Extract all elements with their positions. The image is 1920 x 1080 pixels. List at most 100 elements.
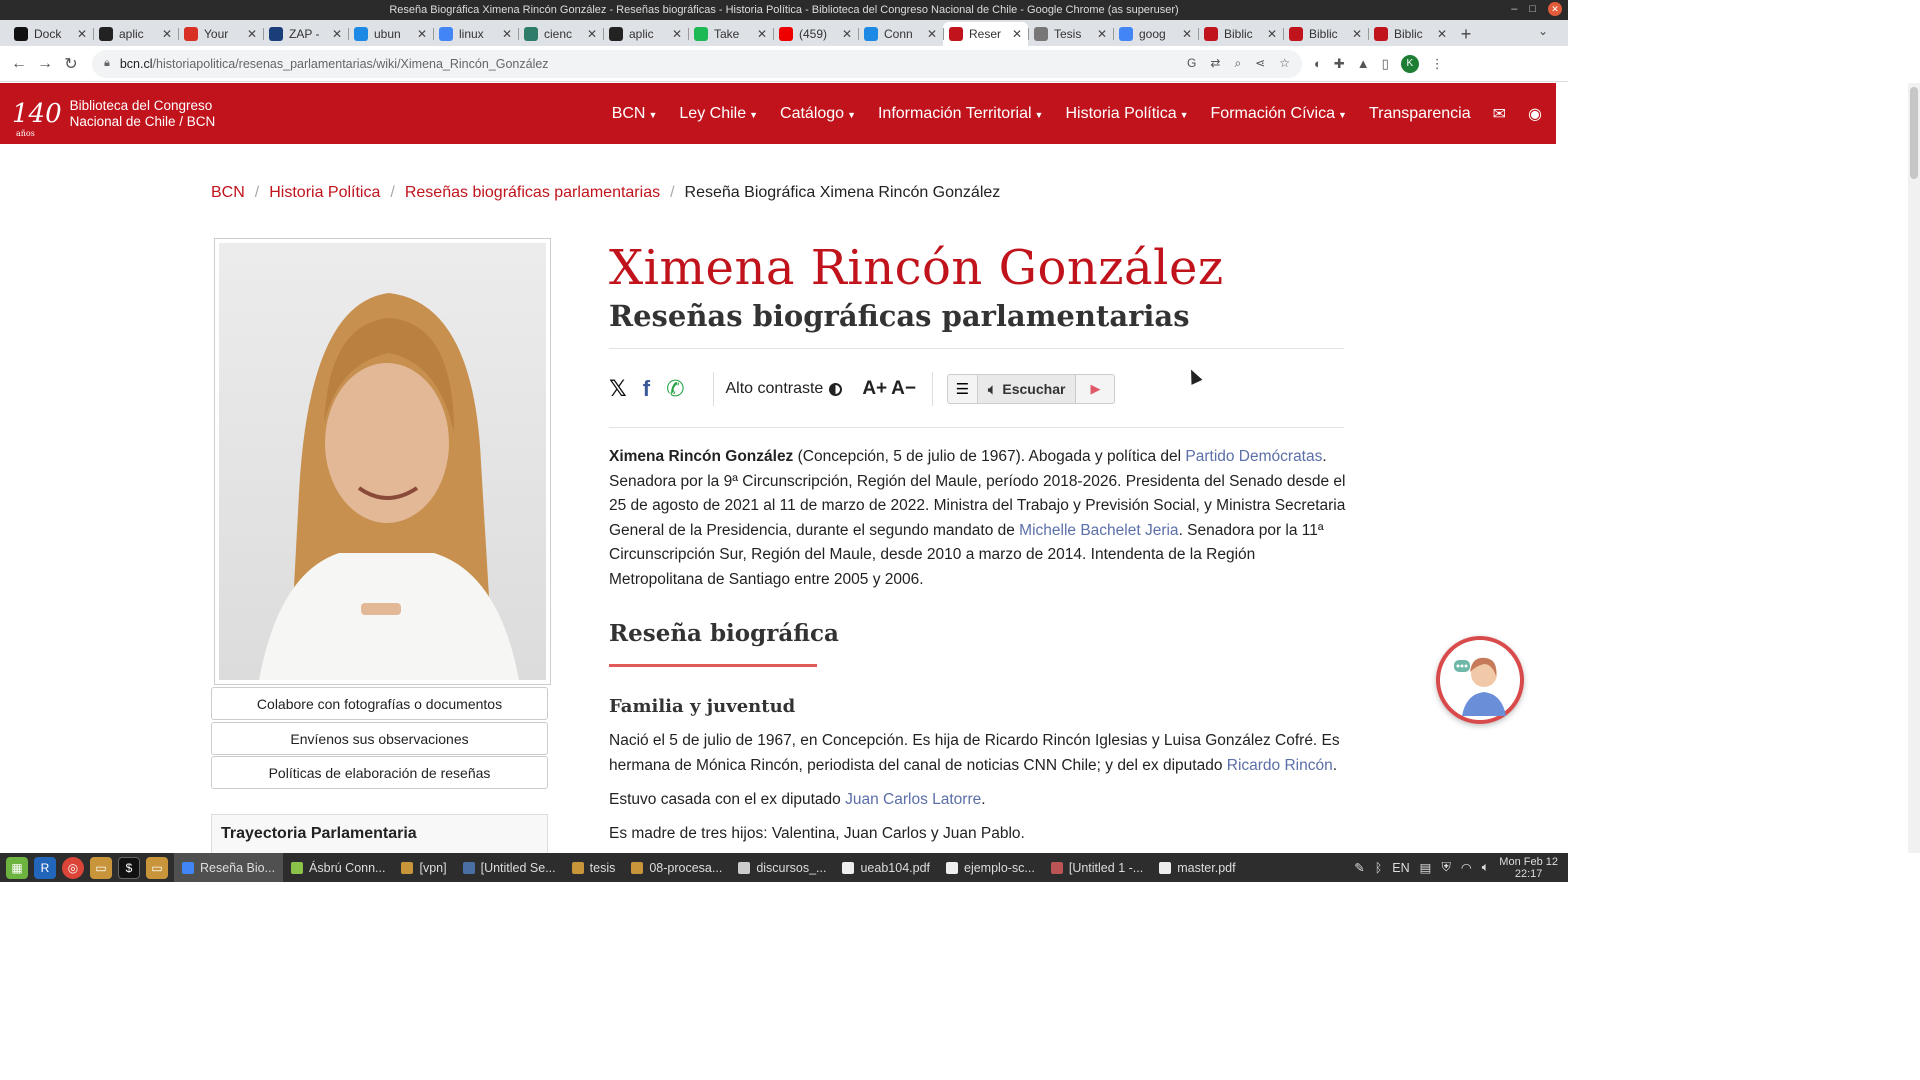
browser-tab[interactable]: Biblic ✕ <box>1283 22 1368 46</box>
tab-close-icon[interactable]: ✕ <box>1097 27 1107 41</box>
nav-informacion-territorial[interactable]: Información Territorial ▼ <box>878 105 1043 123</box>
wifi-icon[interactable]: ◠ <box>1461 860 1472 875</box>
new-tab-button[interactable]: + <box>1453 22 1479 46</box>
font-increase-button[interactable]: A+ <box>862 378 887 400</box>
google-icon[interactable]: G <box>1187 56 1196 71</box>
forward-icon[interactable]: → <box>32 55 58 73</box>
listen-button[interactable]: 🔈︎ Escuchar <box>977 375 1077 403</box>
link-michelle-bachelet[interactable]: Michelle Bachelet Jeria <box>1019 522 1178 539</box>
share-icon[interactable]: ⋖ <box>1255 56 1265 71</box>
extension-icon[interactable]: ◐ <box>1314 56 1322 71</box>
font-decrease-button[interactable]: A− <box>891 378 916 400</box>
browser-tab[interactable]: Biblic ✕ <box>1368 22 1453 46</box>
tab-close-icon[interactable]: ✕ <box>842 27 852 41</box>
browser-tab[interactable]: Tesis ✕ <box>1028 22 1113 46</box>
flask-icon[interactable]: ▲ <box>1357 56 1370 71</box>
browser-tab[interactable]: Take ✕ <box>688 22 773 46</box>
taskbar-window[interactable]: master.pdf <box>1151 853 1243 882</box>
bluetooth-icon[interactable]: ᛒ <box>1375 861 1383 875</box>
browser-tab[interactable]: ZAP - ✕ <box>263 22 348 46</box>
chrome-menu-icon[interactable]: ⋮ <box>1431 56 1444 72</box>
taskbar-window[interactable]: [vpn] <box>393 853 454 882</box>
chat-assistant-button[interactable] <box>1436 636 1524 724</box>
mint-menu-icon[interactable]: ▦ <box>6 856 28 879</box>
bcn-logo[interactable]: 140 años Biblioteca del Congreso Nacional… <box>12 98 215 138</box>
taskbar-window[interactable]: Ásbrú Conn... <box>283 853 393 882</box>
volume-icon[interactable]: 🔈︎ <box>1482 860 1490 875</box>
chrome-icon[interactable]: ◎ <box>62 856 84 879</box>
taskbar-window[interactable]: 08-procesa... <box>623 853 730 882</box>
tab-close-icon[interactable]: ✕ <box>332 27 342 41</box>
nav-formacion-civica[interactable]: Formación Cívica ▼ <box>1211 105 1347 123</box>
tab-close-icon[interactable]: ✕ <box>1182 27 1192 41</box>
send-observations-button[interactable]: Envíenos sus observaciones <box>211 722 548 755</box>
tab-close-icon[interactable]: ✕ <box>757 27 767 41</box>
tab-close-icon[interactable]: ✕ <box>502 27 512 41</box>
zoom-icon[interactable]: ⌕ <box>1234 56 1241 71</box>
breadcrumb-bcn[interactable]: BCN <box>211 184 245 202</box>
r-icon[interactable]: R <box>34 856 56 879</box>
files-icon[interactable]: ▭ <box>90 856 112 879</box>
network-manager-icon[interactable]: ✎ <box>1354 860 1364 875</box>
lock-icon[interactable]: 🔒︎ <box>104 57 110 70</box>
taskbar-window[interactable]: discursos_... <box>730 853 834 882</box>
puzzle-icon[interactable]: ✚ <box>1334 56 1345 72</box>
mail-icon[interactable]: ✉ <box>1493 104 1506 124</box>
tab-close-icon[interactable]: ✕ <box>77 27 87 41</box>
browser-tab[interactable]: aplic ✕ <box>93 22 178 46</box>
player-menu-icon[interactable]: ☰ <box>948 375 978 403</box>
whatsapp-icon[interactable]: ✆ <box>666 376 684 402</box>
minimize-icon[interactable]: – <box>1511 3 1517 15</box>
browser-tab[interactable]: goog ✕ <box>1113 22 1198 46</box>
tab-close-icon[interactable]: ✕ <box>1437 27 1447 41</box>
bookmark-star-icon[interactable]: ☆ <box>1279 56 1290 71</box>
browser-tab[interactable]: linux ✕ <box>433 22 518 46</box>
maximize-icon[interactable]: □ <box>1529 3 1536 15</box>
tab-close-icon[interactable]: ✕ <box>587 27 597 41</box>
taskbar-window[interactable]: [Untitled 1 -... <box>1043 853 1151 882</box>
breadcrumb-historia-politica[interactable]: Historia Política <box>269 184 380 202</box>
user-icon[interactable]: ◉ <box>1528 104 1542 124</box>
tab-close-icon[interactable]: ✕ <box>1012 27 1022 41</box>
policies-button[interactable]: Políticas de elaboración de reseñas <box>211 756 548 789</box>
tab-close-icon[interactable]: ✕ <box>927 27 937 41</box>
nav-transparencia[interactable]: Transparencia <box>1369 105 1471 123</box>
tab-close-icon[interactable]: ✕ <box>247 27 257 41</box>
back-icon[interactable]: ← <box>6 55 32 73</box>
nav-bcn[interactable]: BCN ▼ <box>612 105 658 123</box>
taskbar-window[interactable]: [Untitled Se... <box>455 853 564 882</box>
browser-tab[interactable]: Conn ✕ <box>858 22 943 46</box>
breadcrumb-resenas[interactable]: Reseñas biográficas parlamentarias <box>405 184 660 202</box>
trayectoria-header[interactable]: Trayectoria Parlamentaria <box>211 814 548 854</box>
tab-close-icon[interactable]: ✕ <box>672 27 682 41</box>
page-scrollbar[interactable] <box>1908 83 1920 853</box>
link-partido-democratas[interactable]: Partido Demócratas <box>1185 448 1322 465</box>
shield-icon[interactable]: ⛨ <box>1441 860 1450 875</box>
browser-tab[interactable]: Your ✕ <box>178 22 263 46</box>
nav-catalogo[interactable]: Catálogo ▼ <box>780 105 856 123</box>
translate-icon[interactable]: ⇄ <box>1210 56 1220 71</box>
keyboard-layout[interactable]: EN <box>1392 861 1409 875</box>
link-juan-carlos-latorre[interactable]: Juan Carlos Latorre <box>845 791 981 808</box>
sidepanel-icon[interactable]: ▯ <box>1382 56 1389 72</box>
browser-tab[interactable]: aplic ✕ <box>603 22 688 46</box>
browser-tab[interactable]: (459) ✕ <box>773 22 858 46</box>
nav-historia-politica[interactable]: Historia Política ▼ <box>1065 105 1188 123</box>
address-bar[interactable]: 🔒︎ bcn.cl/historiapolitica/resenas_parla… <box>92 49 1302 78</box>
nav-ley-chile[interactable]: Ley Chile ▼ <box>679 105 758 123</box>
close-icon[interactable]: ✕ <box>1548 2 1562 16</box>
taskbar-window[interactable]: ueab104.pdf <box>834 853 938 882</box>
x-twitter-icon[interactable]: 𝕏 <box>609 376 627 402</box>
tab-close-icon[interactable]: ✕ <box>162 27 172 41</box>
high-contrast-toggle[interactable]: Alto contraste <box>726 380 843 398</box>
tab-close-icon[interactable]: ✕ <box>417 27 427 41</box>
play-icon[interactable]: ▶ <box>1076 375 1114 403</box>
profile-avatar[interactable]: K <box>1400 54 1419 73</box>
taskbar-window[interactable]: tesis <box>564 853 624 882</box>
terminal-icon[interactable]: $ <box>118 856 140 879</box>
facebook-icon[interactable]: f <box>643 376 650 402</box>
folder-icon[interactable]: ▭ <box>146 856 168 879</box>
collaborate-button[interactable]: Colabore con fotografías o documentos <box>211 687 548 720</box>
tab-close-icon[interactable]: ✕ <box>1267 27 1277 41</box>
scrollbar-thumb[interactable] <box>1910 87 1918 179</box>
